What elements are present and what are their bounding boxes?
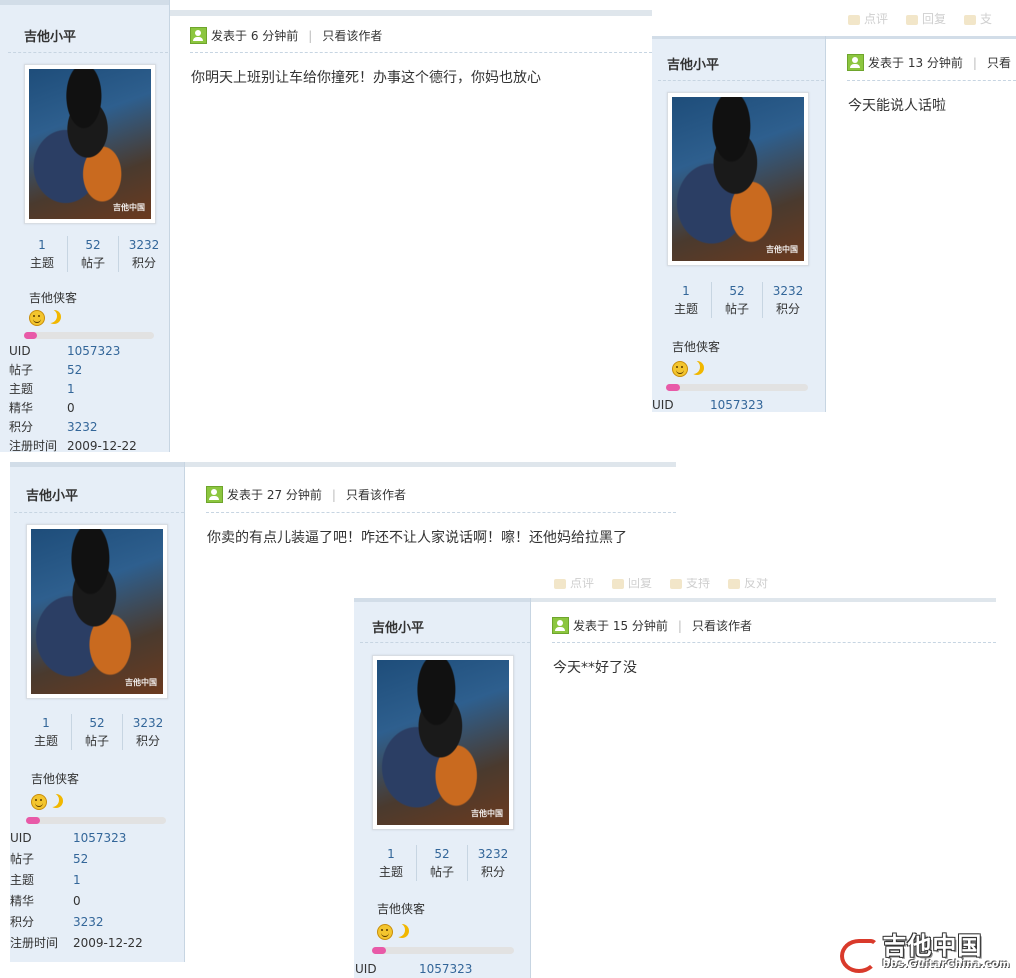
avatar-watermark: 吉他中国 [125, 678, 157, 687]
online-status-icon [552, 617, 569, 634]
user-rank: 吉他侠客 [31, 772, 80, 786]
stat-credits[interactable]: 3232 积分 [123, 714, 173, 750]
online-status-icon [190, 27, 207, 44]
post-actions-top: 点评 回复 支持 反对 [554, 578, 768, 591]
post-body: 发表于 6 分钟前 | 只看该作者 你明天上班别让车给你撞死！办事这个德行，你妈… [170, 0, 652, 452]
support-action[interactable]: 支持 [670, 578, 710, 591]
stat-posts[interactable]: 52 帖子 [712, 282, 763, 318]
stat-credits[interactable]: 3232 积分 [763, 282, 813, 318]
post-card-1: 吉他小平 吉他中国 1 主题 52 帖子 3232 积分 吉他侠客 UID 105732… [0, 0, 652, 452]
author-sidebar: 吉他小平 吉他中国 1 主题 52 帖子 3232 积分 吉他侠客 UID 105732… [354, 598, 531, 978]
avatar-watermark: 吉他中国 [766, 245, 798, 254]
author-name[interactable]: 吉他小平 [372, 617, 424, 636]
author-sidebar: 吉他小平 吉他中国 1 主题 52 帖子 3232 积分 吉他侠客 UID 105732… [652, 36, 826, 412]
author-info: UID 1057323 [652, 398, 764, 412]
medals [672, 361, 704, 377]
avatar-watermark: 吉他中国 [113, 203, 145, 212]
level-progress-bar [666, 384, 808, 391]
level-progress-bar [372, 947, 514, 954]
guitar-logo-icon [838, 935, 882, 973]
level-progress-bar [24, 332, 154, 339]
author-stats: 1 主题 52 帖子 3232 积分 [17, 236, 169, 272]
post-content: 你明天上班别让车给你撞死！办事这个德行，你妈也放心 [191, 70, 541, 86]
author-sidebar: 吉他小平 吉他中国 1 主题 52 帖子 3232 积分 吉他侠客 UID 105732… [0, 0, 170, 452]
post-actions-top: 点评 回复 支 [848, 10, 992, 27]
author-name[interactable]: 吉他小平 [667, 54, 719, 73]
level-progress-bar [26, 817, 166, 824]
author-name[interactable]: 吉他小平 [24, 26, 76, 45]
author-only-link[interactable]: 只看该作者 [692, 617, 752, 634]
author-stats: 1 主题 52 帖子 3232 积分 [21, 714, 173, 750]
author-only-link[interactable]: 只看该作者 [322, 27, 382, 44]
stat-threads[interactable]: 1 主题 [366, 845, 417, 881]
post-content: 今天**好了没 [553, 660, 637, 676]
post-time: 发表于 15 分钟前 [573, 619, 668, 633]
post-time: 发表于 6 分钟前 [211, 29, 299, 43]
post-content: 今天能说人话啦 [848, 98, 946, 114]
stat-threads[interactable]: 1 主题 [21, 714, 72, 750]
oppose-action[interactable]: 反对 [728, 578, 768, 591]
site-logo: 吉他中国 bbs.GuitarChina.com [838, 932, 1010, 973]
post-body: 发表于 13 分钟前 | 只看 今天能说人话啦 [826, 36, 1016, 412]
author-name[interactable]: 吉他小平 [26, 485, 78, 504]
post-body: 发表于 15 分钟前 | 只看该作者 今天**好了没 [531, 598, 996, 978]
post-header: 发表于 6 分钟前 | 只看该作者 [190, 27, 382, 44]
author-avatar[interactable]: 吉他中国 [26, 524, 168, 699]
stat-threads[interactable]: 1 主题 [661, 282, 712, 318]
author-avatar[interactable]: 吉他中国 [372, 655, 514, 830]
moon-icon [47, 310, 61, 324]
user-rank: 吉他侠客 [377, 902, 426, 916]
post-header: 发表于 27 分钟前 | 只看该作者 [206, 486, 406, 503]
author-only-link[interactable]: 只看该作者 [346, 486, 406, 503]
author-info: UID 1057323 帖子 52 主题 1 精华 0 积分 3232 注册时间 2009-… [10, 831, 143, 950]
post-card-4: 点评 回复 支持 反对 吉他小平 吉他中国 1 主题 52 帖子 3232 积分 吉他… [354, 578, 996, 978]
medals [377, 924, 409, 940]
reply-action[interactable]: 回复 [612, 578, 652, 591]
author-avatar[interactable]: 吉他中国 [667, 92, 809, 266]
stat-posts[interactable]: 52 帖子 [417, 845, 468, 881]
reply-action[interactable]: 回复 [906, 10, 946, 27]
post-card-2: 点评 回复 支 吉他小平 吉他中国 1 主题 52 帖子 3232 积分 吉他侠客 U… [652, 0, 1016, 412]
smile-icon [672, 361, 688, 377]
stat-threads[interactable]: 1 主题 [17, 236, 68, 272]
online-status-icon [847, 54, 864, 71]
stat-credits[interactable]: 3232 积分 [119, 236, 169, 272]
logo-url: bbs.GuitarChina.com [882, 959, 1010, 970]
support-action[interactable]: 支 [964, 10, 992, 27]
smile-icon [29, 310, 45, 326]
avatar-watermark: 吉他中国 [471, 809, 503, 818]
online-status-icon [206, 486, 223, 503]
user-rank: 吉他侠客 [29, 291, 78, 305]
stat-credits[interactable]: 3232 积分 [468, 845, 518, 881]
author-info: UID 1057323 帖子 52 主题 1 精华 0 积分 3232 注册时间 2009-… [9, 344, 137, 452]
moon-icon [395, 924, 409, 938]
rate-action[interactable]: 点评 [848, 10, 888, 27]
stat-posts[interactable]: 52 帖子 [72, 714, 123, 750]
medals [31, 794, 63, 810]
author-stats: 1 主题 52 帖子 3232 积分 [366, 845, 518, 881]
stat-posts[interactable]: 52 帖子 [68, 236, 119, 272]
author-avatar[interactable]: 吉他中国 [24, 64, 156, 224]
medals [29, 310, 61, 326]
post-header: 发表于 13 分钟前 | 只看 [847, 54, 1011, 71]
rate-action[interactable]: 点评 [554, 578, 594, 591]
smile-icon [31, 794, 47, 810]
post-time: 发表于 27 分钟前 [227, 488, 322, 502]
smile-icon [377, 924, 393, 940]
post-time: 发表于 13 分钟前 [868, 56, 963, 70]
moon-icon [690, 361, 704, 375]
author-only-link[interactable]: 只看 [987, 54, 1011, 71]
author-stats: 1 主题 52 帖子 3232 积分 [661, 282, 813, 318]
logo-text: 吉他中国 [882, 932, 983, 960]
author-info: UID 1057323 [355, 962, 473, 976]
user-rank: 吉他侠客 [672, 340, 721, 354]
moon-icon [49, 794, 63, 808]
author-sidebar: 吉他小平 吉他中国 1 主题 52 帖子 3232 积分 吉他侠客 UID 105732… [10, 462, 185, 962]
post-header: 发表于 15 分钟前 | 只看该作者 [552, 617, 752, 634]
post-content: 你卖的有点儿装逼了吧！咋还不让人家说话啊！嚓！还他妈给拉黑了 [207, 530, 627, 546]
